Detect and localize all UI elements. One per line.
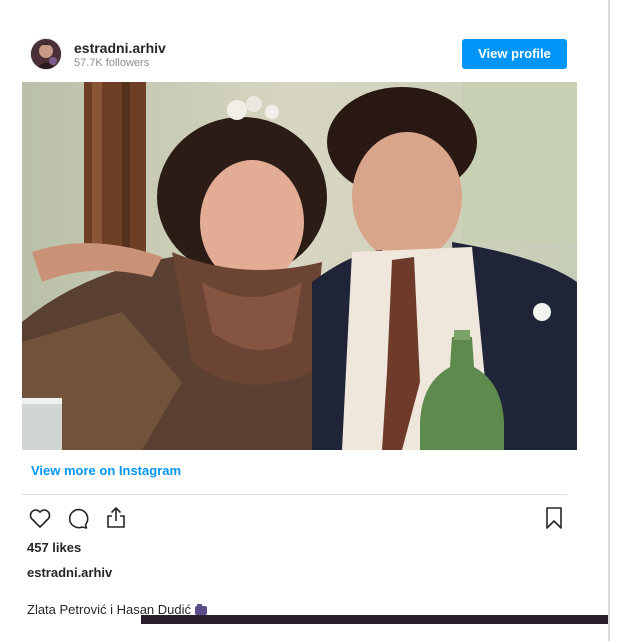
- post-photo[interactable]: [22, 82, 577, 450]
- view-more-link[interactable]: View more on Instagram: [31, 463, 181, 478]
- divider: [22, 494, 567, 495]
- post-header: estradni.arhiv 57.7K followers View prof…: [30, 38, 567, 72]
- comment-icon[interactable]: [64, 505, 90, 531]
- action-bar: [27, 505, 572, 531]
- heart-icon[interactable]: [27, 505, 53, 531]
- avatar[interactable]: [30, 38, 62, 70]
- page-gutter: [610, 0, 631, 641]
- username[interactable]: estradni.arhiv: [74, 40, 166, 56]
- bookmark-icon[interactable]: [541, 505, 567, 531]
- view-profile-button[interactable]: View profile: [462, 39, 567, 69]
- likes-count[interactable]: 457 likes: [27, 540, 81, 555]
- followers-count: 57.7K followers: [74, 57, 150, 69]
- caption-username[interactable]: estradni.arhiv: [27, 565, 112, 580]
- camera-emoji-icon: [195, 604, 208, 615]
- bottom-overlay-bar: [141, 615, 608, 624]
- instagram-embed: estradni.arhiv 57.7K followers View prof…: [0, 0, 608, 641]
- share-icon[interactable]: [103, 505, 129, 531]
